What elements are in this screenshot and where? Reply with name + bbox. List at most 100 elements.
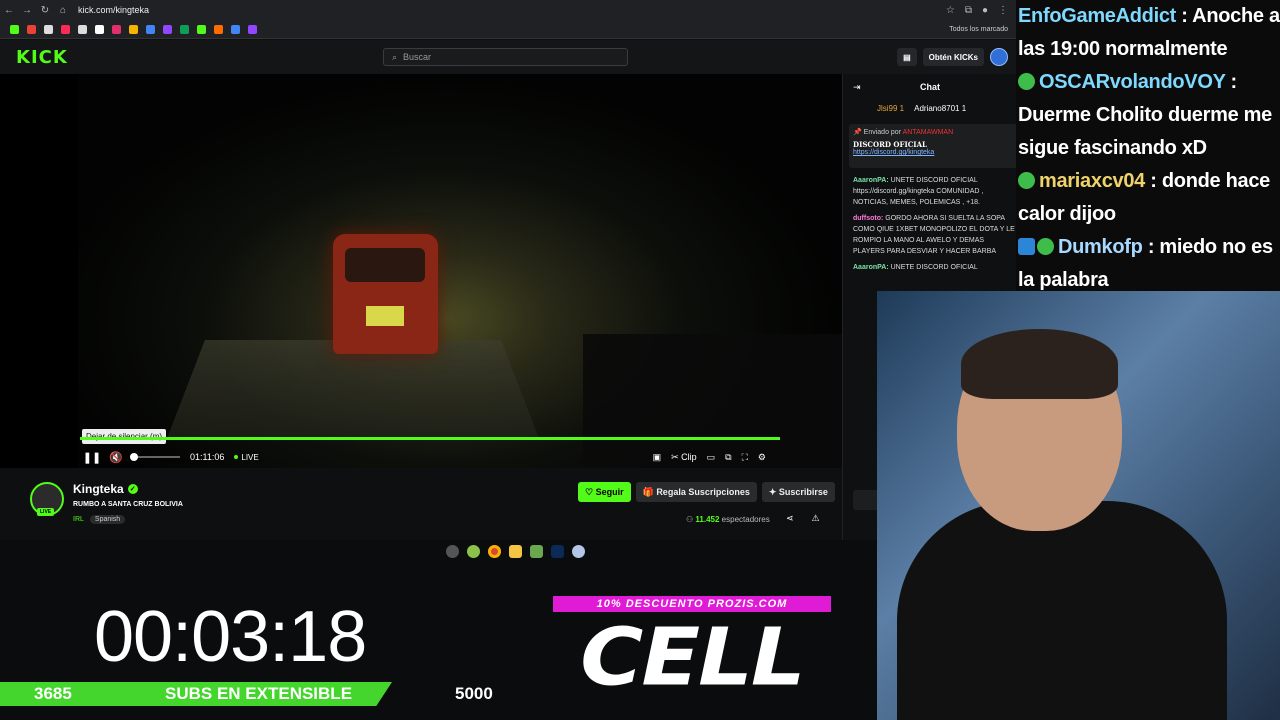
channel-name[interactable]: Kingteka: [73, 482, 124, 496]
overlay-chat-text: : miedo no es la palabra: [1018, 236, 1273, 291]
app-icon[interactable]: [466, 544, 480, 558]
miniplayer-icon[interactable]: ▣: [653, 452, 662, 463]
pip-icon[interactable]: ⧉: [725, 452, 731, 463]
chat-message: duffsoto: GORDO AHORA SI SUELTA LA SOPA …: [853, 213, 1015, 257]
search-placeholder: Buscar: [403, 52, 432, 62]
get-kicks-button[interactable]: Obtén KICKs: [922, 48, 984, 66]
sponsor-logo: CELL: [580, 612, 805, 704]
video-player[interactable]: Dejar de silenciar (m) ❚❚ 🔇 01:11:06 LIV…: [0, 74, 842, 468]
bookmark-icon[interactable]: [95, 24, 104, 34]
bookmark-icon[interactable]: [248, 24, 257, 34]
browser-window: ← → ↻ ⌂ kick.com/kingteka ☆ ⧉ ● ⋮ Todos …: [0, 0, 1016, 540]
forward-icon[interactable]: →: [18, 5, 36, 16]
pinned-message[interactable]: 📌 Enviado por ANTAMAWMAN DISCORD OFICIAL…: [849, 124, 1016, 168]
clock-app-icon[interactable]: [445, 544, 459, 558]
overlay-chat-message: mariaxcv04 : donde hace calor dijoo: [1016, 165, 1280, 231]
badge-icon: [1018, 73, 1035, 90]
bookmark-icon[interactable]: [231, 24, 240, 34]
language-tag[interactable]: Spanish: [89, 515, 126, 524]
report-icon[interactable]: ⚠: [812, 513, 820, 524]
streamer-hair: [961, 329, 1118, 399]
pinned-by-user: ANTAMAWMAN: [902, 129, 954, 136]
badge-icon: [1018, 172, 1035, 189]
pinned-by: 📌 Enviado por ANTAMAWMAN: [853, 128, 1013, 136]
bookmark-star-icon[interactable]: ☆: [946, 5, 955, 16]
chat-title: Chat: [920, 82, 940, 92]
live-badge: LIVE: [37, 508, 55, 516]
channel-info: LIVE Kingteka ✓ RUMBO A SANTA CRUZ BOLIV…: [0, 468, 842, 540]
pause-icon[interactable]: ❚❚: [80, 451, 104, 464]
browser-toolbar: ← → ↻ ⌂ kick.com/kingteka ☆ ⧉ ● ⋮: [0, 0, 1016, 20]
car-window: [345, 248, 425, 282]
back-icon[interactable]: ←: [0, 5, 18, 16]
gifter[interactable]: Jlsi99 1: [877, 104, 904, 113]
photoshop-icon[interactable]: [550, 544, 564, 558]
bookmark-icon[interactable]: [214, 24, 223, 34]
chat-username[interactable]: AaaronPA:: [853, 177, 889, 184]
muted-volume-icon[interactable]: 🔇: [104, 451, 128, 464]
taskbar: [420, 541, 610, 561]
sub-goal-label: SUBS EN EXTENSIBLE: [165, 684, 353, 703]
fullscreen-icon[interactable]: ⛶: [742, 452, 748, 463]
live-indicator[interactable]: LIVE: [234, 453, 259, 462]
home-icon[interactable]: ⌂: [54, 5, 72, 16]
gift-subs-label: Regala Suscripciones: [656, 487, 750, 497]
user-avatar[interactable]: [990, 48, 1008, 66]
channel-name-row: Kingteka ✓: [73, 482, 138, 496]
chrome-icon[interactable]: [487, 544, 501, 558]
share-icon[interactable]: ⋖: [786, 513, 794, 524]
stream-chat-overlay: EnfoGameAddict : Anoche a las 19:00 norm…: [1016, 0, 1280, 291]
all-bookmarks-folder[interactable]: Todos los marcado: [949, 26, 1008, 33]
app-icon[interactable]: [571, 544, 585, 558]
top-gifters: Jlsi99 1 Adriano8701 1: [877, 104, 966, 113]
overlay-chat-user: Dumkofp: [1058, 236, 1143, 258]
promo-banner: 10% DESCUENTO PROZIS.COM: [553, 596, 831, 612]
pinned-link[interactable]: https://discord.gg/kingteka: [853, 149, 1013, 156]
bookmark-icon[interactable]: [27, 24, 36, 34]
bookmark-icon[interactable]: [61, 24, 70, 34]
bookmark-icon[interactable]: [163, 24, 172, 34]
stream-time: 01:11:06: [190, 452, 225, 462]
follow-button[interactable]: ♡ Seguir: [578, 482, 631, 502]
badge-icon: [1018, 238, 1035, 255]
wallet-icon[interactable]: ▤: [897, 48, 917, 66]
search-input[interactable]: ⌕ Buscar: [383, 48, 628, 66]
verified-icon: ✓: [127, 484, 138, 494]
overlay-chat-message: EnfoGameAddict : Anoche a las 19:00 norm…: [1016, 0, 1280, 66]
kick-logo[interactable]: KICK: [16, 47, 68, 68]
overlay-chat-message: OSCARvolandoVOY : Duerme Cholito duerme …: [1016, 66, 1280, 165]
subscribe-label: Suscribirse: [778, 487, 828, 497]
settings-gear-icon[interactable]: ⚙: [758, 452, 766, 463]
bookmark-icon[interactable]: [10, 24, 19, 34]
theater-icon[interactable]: ▭: [707, 452, 716, 463]
profile-icon[interactable]: ●: [982, 5, 988, 16]
menu-icon[interactable]: ⋮: [998, 5, 1008, 16]
chat-username[interactable]: AaaronPA:: [853, 264, 889, 271]
extensions-icon[interactable]: ⧉: [965, 5, 972, 16]
app-icon[interactable]: [529, 544, 543, 558]
follow-label: Seguir: [595, 487, 624, 497]
subscribe-button[interactable]: ✦ Suscribirse: [761, 482, 835, 502]
bookmarks-bar: Todos los marcado: [0, 20, 1016, 39]
viewers-label: espectadores: [721, 515, 770, 524]
folder-icon[interactable]: [508, 544, 522, 558]
gift-subs-button[interactable]: 🎁 Regala Suscripciones: [635, 482, 757, 502]
bookmark-icon[interactable]: [197, 24, 206, 34]
bookmark-icon[interactable]: [112, 24, 121, 34]
category-link[interactable]: IRL: [73, 516, 84, 523]
bookmark-icon[interactable]: [129, 24, 138, 34]
gifter[interactable]: Adriano8701 1: [914, 104, 966, 113]
bookmark-icon[interactable]: [146, 24, 155, 34]
reload-icon[interactable]: ↻: [36, 5, 54, 16]
volume-slider[interactable]: [130, 453, 180, 461]
pin-icon: 📌: [853, 129, 862, 136]
address-bar[interactable]: kick.com/kingteka: [78, 5, 149, 15]
clip-button[interactable]: ✂ Clip: [671, 452, 697, 463]
volume-knob[interactable]: [130, 453, 138, 461]
chat-username[interactable]: duffsoto:: [853, 215, 883, 222]
progress-bar[interactable]: [80, 437, 780, 440]
bookmark-icon[interactable]: [78, 24, 87, 34]
bookmark-icon[interactable]: [44, 24, 53, 34]
bookmark-icon[interactable]: [180, 24, 189, 34]
sub-goal-target: 5000: [455, 684, 493, 703]
